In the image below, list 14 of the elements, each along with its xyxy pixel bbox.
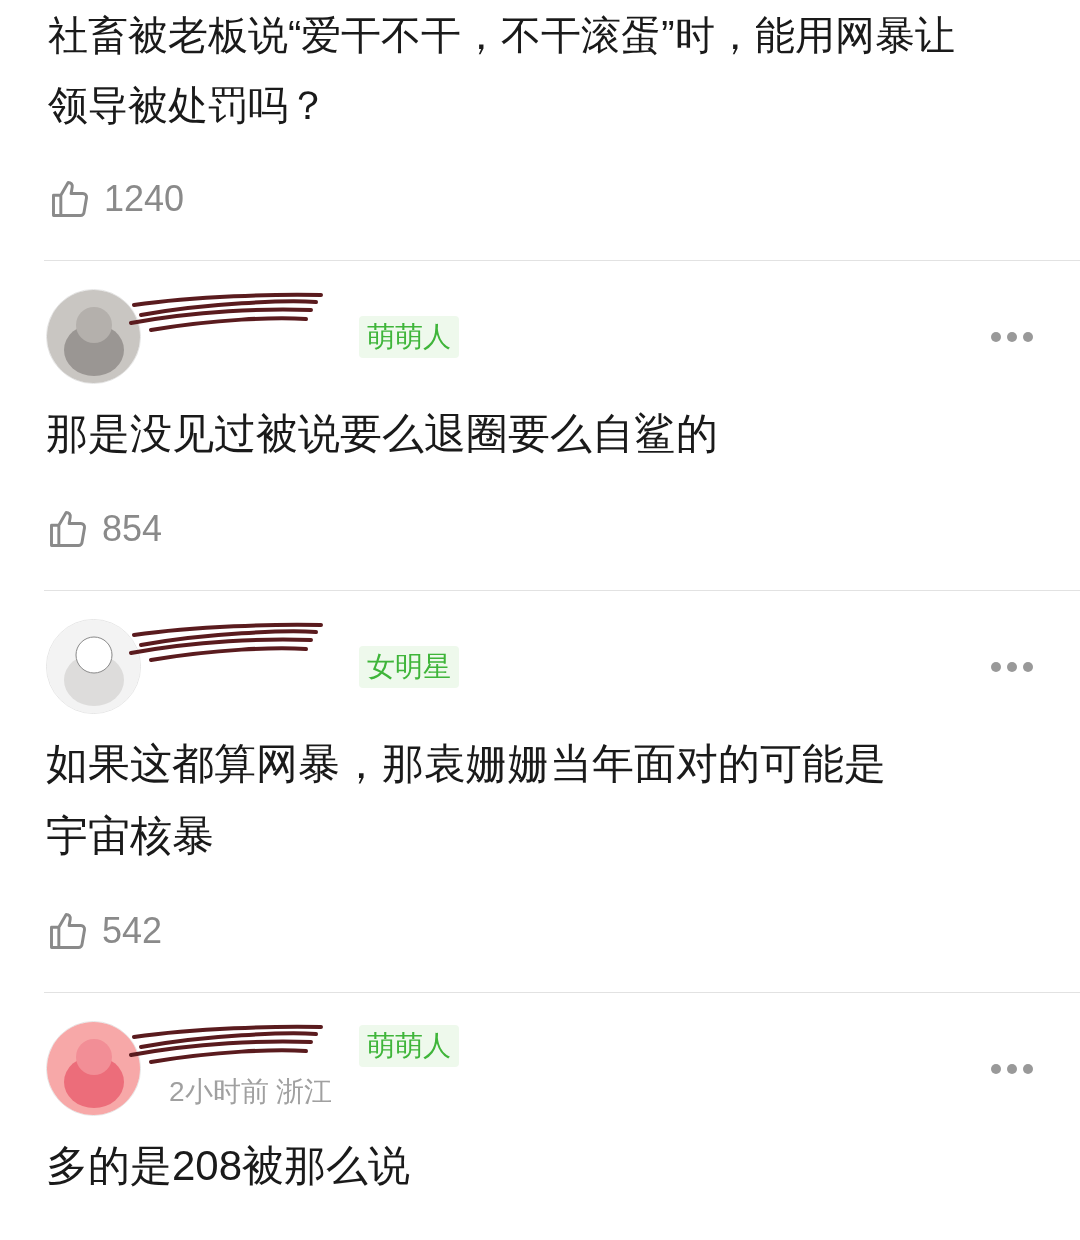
- comment-text: 如果这都算网暴，那袁姗姗当年面对的可能是宇宙核暴: [46, 739, 887, 861]
- like-count: 854: [102, 507, 163, 551]
- more-icon[interactable]: [990, 660, 1034, 673]
- like-count: 1240: [104, 177, 185, 221]
- comment-text: 多的是208被那么说: [46, 1141, 412, 1191]
- more-icon[interactable]: [990, 330, 1034, 343]
- user-badge: 萌萌人: [359, 315, 459, 358]
- comment-meta: 2小时前 浙江: [169, 1074, 334, 1109]
- more-icon[interactable]: [990, 1062, 1034, 1075]
- question-title: 社畜被老板说“爱干不干，不干滚蛋”时，能用网暴让领导被处罚吗？: [48, 12, 956, 129]
- comment-text: 那是没见过被说要么退圈要么自鲨的: [46, 409, 719, 459]
- user-badge: 萌萌人: [359, 1024, 459, 1067]
- user-badge: 女明星: [359, 645, 459, 688]
- like-count: 542: [102, 909, 163, 953]
